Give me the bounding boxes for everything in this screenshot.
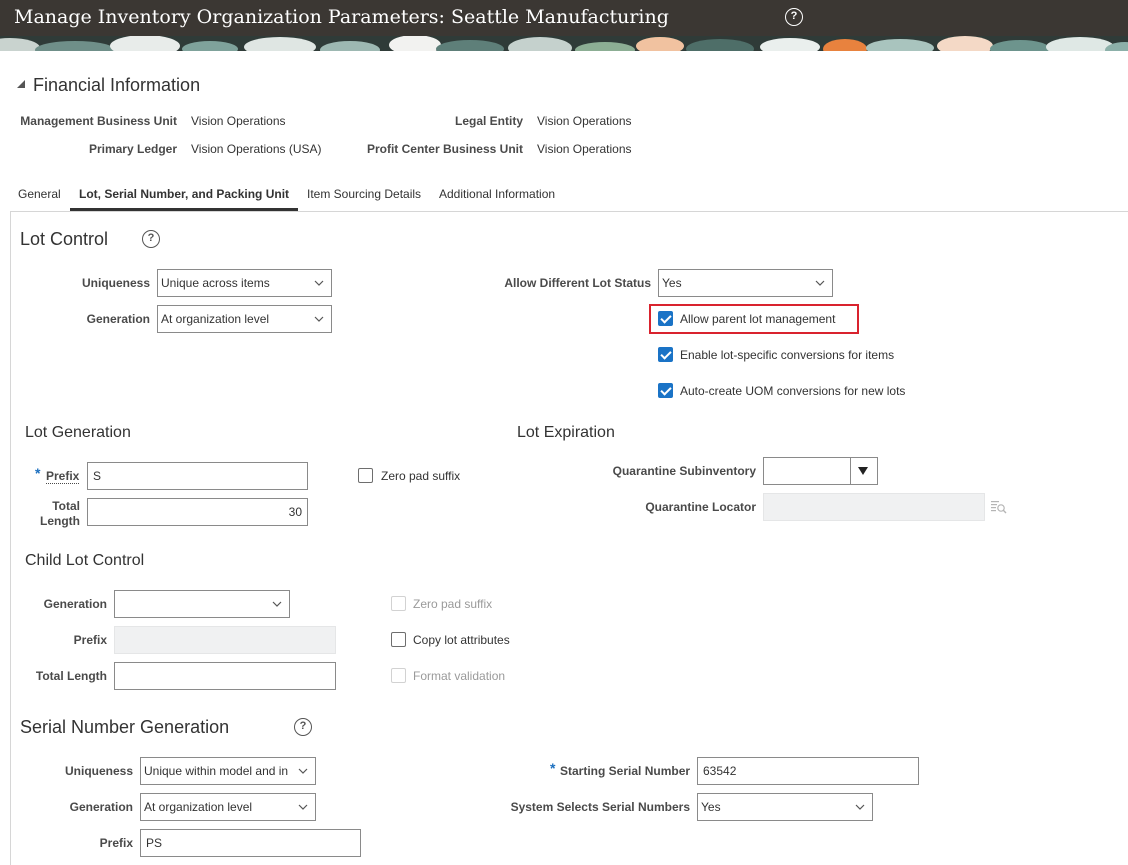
child-generation-select[interactable] <box>114 590 290 618</box>
tab-additional-info[interactable]: Additional Information <box>439 187 555 201</box>
header-decoration <box>0 36 1128 51</box>
chevron-down-icon <box>855 804 865 810</box>
enable-lot-conversions-checkbox[interactable] <box>658 347 673 362</box>
lot-total-length-label-1: Total <box>52 499 80 513</box>
lot-prefix-label: Prefix <box>46 469 80 484</box>
serial-uniqueness-label: Uniqueness <box>64 764 133 778</box>
primary-ledger-value: Vision Operations (USA) <box>191 142 322 156</box>
lot-control-title: Lot Control <box>20 229 109 249</box>
uniqueness-label: Uniqueness <box>81 276 150 290</box>
quarantine-locator-label: Quarantine Locator <box>645 500 756 514</box>
child-lot-control-title: Child Lot Control <box>25 552 145 569</box>
starting-serial-input[interactable]: 63542 <box>697 757 919 785</box>
chevron-down-icon <box>314 316 324 322</box>
system-selects-serial-label: System Selects Serial Numbers <box>510 800 690 814</box>
mgmt-bu-label: Management Business Unit <box>20 114 177 128</box>
dropdown-arrow-icon[interactable] <box>858 467 868 475</box>
child-prefix-label: Prefix <box>73 633 107 647</box>
required-indicator: * <box>550 760 556 776</box>
copy-lot-attributes-label: Copy lot attributes <box>413 633 510 647</box>
copy-lot-attributes-checkbox[interactable] <box>391 632 406 647</box>
lot-zero-pad-label: Zero pad suffix <box>381 469 461 483</box>
lot-total-length-label-2: Length <box>40 514 80 528</box>
serial-prefix-input[interactable]: PS <box>140 829 361 857</box>
allow-diff-status-select[interactable]: Yes <box>658 269 833 297</box>
child-generation-label: Generation <box>43 597 107 611</box>
legal-entity-value: Vision Operations <box>537 114 632 128</box>
allow-diff-status-value: Yes <box>662 276 682 290</box>
child-total-length-input[interactable] <box>114 662 336 690</box>
page-title: Manage Inventory Organization Parameters… <box>14 6 669 28</box>
lot-control-help-icon[interactable]: ? <box>142 230 160 248</box>
serial-uniqueness-value: Unique within model and in <box>144 764 289 778</box>
uniqueness-value: Unique across items <box>161 276 270 290</box>
tab-item-sourcing[interactable]: Item Sourcing Details <box>307 187 421 201</box>
tab-general[interactable]: General <box>18 187 61 201</box>
required-indicator: * <box>35 465 41 481</box>
page-header: Manage Inventory Organization Parameters… <box>0 0 1128 51</box>
chevron-down-icon <box>314 280 324 286</box>
child-zero-pad-label: Zero pad suffix <box>413 597 493 611</box>
quarantine-subinventory-label: Quarantine Subinventory <box>612 464 756 478</box>
lot-prefix-input[interactable]: S <box>87 462 308 490</box>
chevron-down-icon <box>272 601 282 607</box>
auto-create-uom-label: Auto-create UOM conversions for new lots <box>680 384 906 398</box>
generation-value: At organization level <box>161 312 270 326</box>
lot-zero-pad-checkbox[interactable] <box>358 468 373 483</box>
auto-create-uom-checkbox[interactable] <box>658 383 673 398</box>
dropdown-divider <box>850 458 851 484</box>
format-validation-checkbox <box>391 668 406 683</box>
generation-select[interactable]: At organization level <box>157 305 332 333</box>
mgmt-bu-value: Vision Operations <box>191 114 286 128</box>
allow-parent-lot-label: Allow parent lot management <box>680 312 836 326</box>
serial-generation-value: At organization level <box>144 800 253 814</box>
chevron-down-icon <box>298 768 308 774</box>
serial-generation-title: Serial Number Generation <box>20 717 230 737</box>
starting-serial-label: Starting Serial Number <box>560 764 691 778</box>
enable-lot-conversions-label: Enable lot-specific conversions for item… <box>680 348 895 362</box>
generation-label: Generation <box>86 312 150 326</box>
help-icon[interactable]: ? <box>785 8 803 26</box>
tab-divider <box>10 211 1128 212</box>
system-selects-serial-value: Yes <box>701 800 721 814</box>
child-zero-pad-checkbox <box>391 596 406 611</box>
quarantine-locator-input <box>763 493 985 521</box>
format-validation-label: Format validation <box>413 669 506 683</box>
chevron-down-icon <box>815 280 825 286</box>
profit-center-value: Vision Operations <box>537 142 632 156</box>
serial-prefix-label: Prefix <box>99 836 133 850</box>
financial-info-title: Financial Information <box>33 75 201 95</box>
lot-generation-title: Lot Generation <box>25 424 131 441</box>
serial-generation-select[interactable]: At organization level <box>140 793 316 821</box>
allow-diff-status-label: Allow Different Lot Status <box>504 276 651 290</box>
uniqueness-select[interactable]: Unique across items <box>157 269 332 297</box>
serial-generation-label: Generation <box>69 800 133 814</box>
child-prefix-input <box>114 626 336 654</box>
panel-border <box>10 211 11 865</box>
allow-parent-lot-checkbox[interactable] <box>658 311 673 326</box>
serial-uniqueness-select[interactable]: Unique within model and in <box>140 757 316 785</box>
system-selects-serial-select[interactable]: Yes <box>697 793 873 821</box>
lot-expiration-title: Lot Expiration <box>517 424 615 441</box>
legal-entity-label: Legal Entity <box>454 114 523 128</box>
chevron-down-icon <box>298 804 308 810</box>
profit-center-label: Profit Center Business Unit <box>366 142 523 156</box>
primary-ledger-label: Primary Ledger <box>88 142 177 156</box>
tab-lot-serial-packing[interactable]: Lot, Serial Number, and Packing Unit <box>79 187 289 201</box>
child-total-length-label: Total Length <box>35 669 107 683</box>
lot-total-length-input[interactable]: 30 <box>87 498 308 526</box>
serial-help-icon[interactable]: ? <box>294 718 312 736</box>
collapse-triangle-icon[interactable] <box>16 79 26 89</box>
search-list-icon[interactable] <box>990 499 1007 515</box>
